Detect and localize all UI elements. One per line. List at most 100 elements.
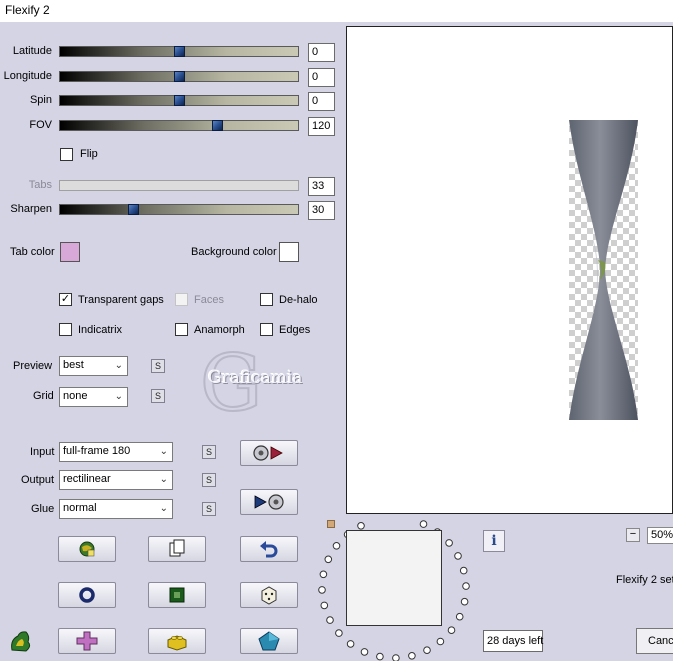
fov-slider[interactable] — [59, 120, 299, 131]
de-halo-checkbox[interactable] — [260, 293, 273, 306]
tabs-label: Tabs — [28, 179, 52, 191]
chevron-down-icon: ⌄ — [159, 446, 168, 457]
latitude-slider-thumb[interactable] — [174, 46, 185, 57]
navigator-dot[interactable] — [462, 582, 470, 590]
chevron-down-icon: ⌄ — [159, 503, 168, 514]
output-select[interactable]: rectilinear ⌄ — [59, 470, 173, 490]
graficamia-watermark: G Graficamia — [198, 338, 318, 430]
preview-select[interactable]: best ⌄ — [59, 356, 128, 376]
input-label: Input — [30, 446, 55, 458]
navigator-dot[interactable] — [332, 542, 341, 550]
longitude-slider-thumb[interactable] — [174, 71, 185, 82]
cancel-button[interactable]: Cancel — [636, 628, 673, 654]
anamorph-checkbox[interactable] — [175, 323, 188, 336]
navigator-dot[interactable] — [392, 654, 400, 661]
grid-s-button[interactable]: S — [151, 389, 165, 403]
input-select-value: full-frame 180 — [63, 445, 131, 457]
navigator-dot[interactable] — [318, 586, 326, 594]
window-title-bar: Flexify 2 — [0, 0, 673, 22]
flip-label: Flip — [80, 148, 98, 160]
longitude-value-field[interactable]: 0 — [308, 68, 335, 87]
chevron-down-icon: ⌄ — [114, 391, 123, 402]
de-halo-label: De-halo — [279, 294, 318, 306]
fov-value-field[interactable]: 120 — [308, 117, 335, 136]
transparent-gaps-checkbox[interactable]: ✓ — [59, 293, 72, 306]
sharpen-label: Sharpen — [10, 203, 52, 215]
navigator-dot[interactable] — [419, 520, 428, 528]
randomize-button[interactable] — [58, 536, 116, 562]
copy-button[interactable] — [148, 536, 206, 562]
flaming-star-logo-icon — [11, 631, 31, 652]
preview-label: Preview — [13, 360, 53, 372]
input-play-button[interactable] — [240, 440, 298, 466]
navigator-dot[interactable] — [408, 652, 416, 660]
square-button[interactable] — [148, 582, 206, 608]
undo-button[interactable] — [240, 536, 298, 562]
ring-button[interactable] — [58, 582, 116, 608]
sharpen-value-field[interactable]: 30 — [308, 201, 335, 220]
navigator-dot[interactable] — [326, 616, 334, 624]
flip-checkbox[interactable] — [60, 148, 73, 161]
lego-button[interactable] — [148, 628, 206, 654]
undo-arrow-icon — [260, 541, 278, 558]
sharpen-slider-thumb[interactable] — [128, 204, 139, 215]
output-label: Output — [21, 474, 55, 486]
tabs-value-field[interactable]: 33 — [308, 177, 335, 196]
navigator-dot[interactable] — [335, 629, 343, 637]
tab-color-swatch[interactable] — [60, 242, 80, 262]
navigator-dot[interactable] — [320, 601, 329, 610]
fov-slider-thumb[interactable] — [212, 120, 223, 131]
cross-button[interactable] — [58, 628, 116, 654]
spin-slider[interactable] — [59, 95, 299, 106]
navigator-dot[interactable] — [447, 626, 456, 634]
spin-slider-thumb[interactable] — [174, 95, 185, 106]
navigator-dot[interactable] — [376, 652, 384, 661]
glue-label: Glue — [31, 503, 55, 515]
latitude-slider[interactable] — [59, 46, 299, 57]
copy-pages-icon — [169, 539, 185, 557]
navigator-mini-preview[interactable] — [346, 530, 442, 626]
glue-select[interactable]: normal ⌄ — [59, 499, 173, 519]
anamorph-label: Anamorph — [194, 324, 245, 336]
indicatrix-label: Indicatrix — [78, 324, 123, 336]
edges-label: Edges — [279, 324, 311, 336]
preview-select-value: best — [63, 359, 84, 371]
ring-icon — [79, 587, 95, 603]
navigator-dot[interactable] — [454, 552, 462, 560]
navigator-dot[interactable] — [445, 539, 453, 547]
navigator-dot[interactable] — [357, 522, 365, 530]
navigator-dot[interactable] — [459, 566, 468, 575]
navigator-dot[interactable] — [324, 555, 333, 564]
navigator-dot[interactable] — [360, 648, 369, 656]
longitude-slider[interactable] — [59, 71, 299, 82]
latitude-value-field[interactable]: 0 — [308, 43, 335, 62]
preview-s-button[interactable]: S — [151, 359, 165, 373]
background-color-label: Background color — [191, 246, 277, 258]
grid-select[interactable]: none ⌄ — [59, 387, 128, 407]
info-button[interactable]: i — [483, 530, 505, 552]
output-play-button[interactable] — [240, 489, 298, 515]
indicatrix-checkbox[interactable] — [59, 323, 72, 336]
input-s-button[interactable]: S — [202, 445, 216, 459]
navigator-dot[interactable] — [423, 646, 431, 654]
dice-button[interactable] — [240, 582, 298, 608]
edges-checkbox[interactable] — [260, 323, 273, 336]
spin-value-field[interactable]: 0 — [308, 92, 335, 111]
navigator-dot[interactable] — [455, 612, 464, 621]
navigator-dot[interactable] — [436, 637, 445, 646]
navigator-dot[interactable] — [346, 640, 355, 648]
tab-color-label: Tab color — [10, 246, 55, 258]
output-select-value: rectilinear — [63, 473, 111, 485]
navigator-dot[interactable] — [460, 597, 469, 606]
sharpen-slider[interactable] — [59, 204, 299, 215]
pentagon-button[interactable] — [240, 628, 298, 654]
zoom-out-button[interactable]: − — [626, 528, 640, 542]
background-color-swatch[interactable] — [279, 242, 299, 262]
disc-play-icon — [253, 445, 283, 461]
input-select[interactable]: full-frame 180 ⌄ — [59, 442, 173, 462]
glue-s-button[interactable]: S — [202, 502, 216, 516]
navigator-dot[interactable] — [319, 570, 328, 579]
faces-checkbox — [175, 293, 188, 306]
output-s-button[interactable]: S — [202, 473, 216, 487]
zoom-level-field[interactable]: 50% — [647, 527, 673, 544]
